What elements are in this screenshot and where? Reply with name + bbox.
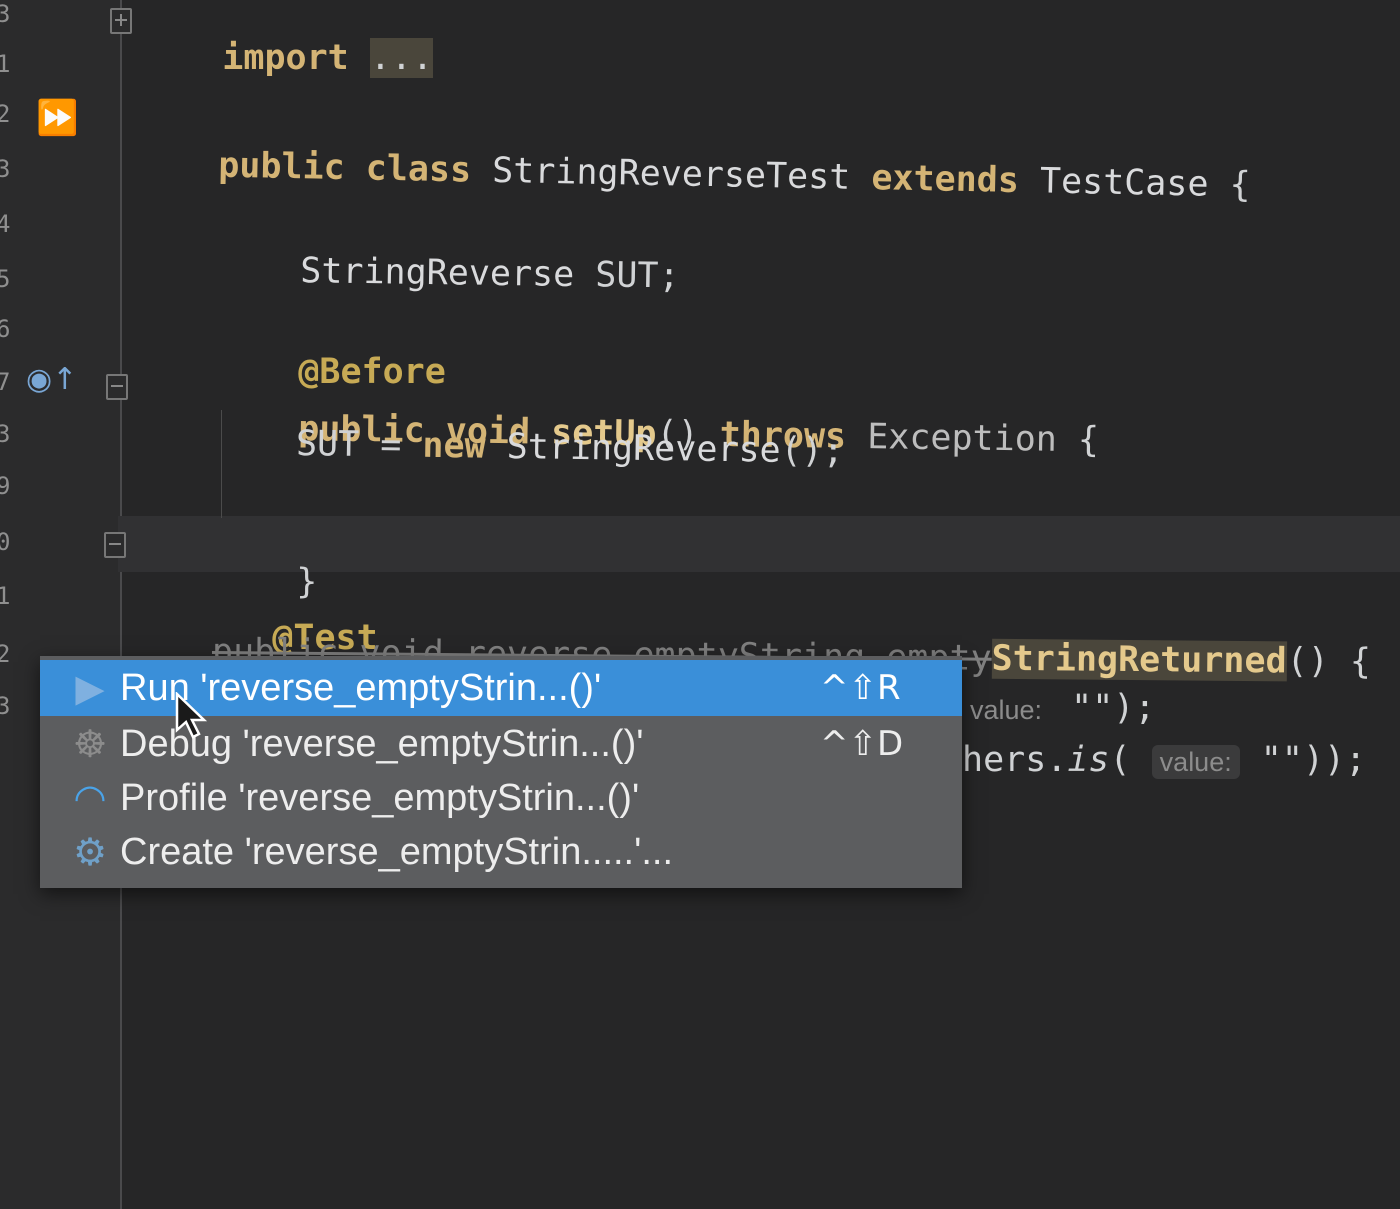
line-number: 6 [0,315,11,343]
call-prefix: hers. [962,740,1068,780]
class-name: StringReverseTest [491,150,851,198]
assignment-lhs: SUT = [295,424,423,466]
profile-icon: ◠ [75,776,105,820]
keyword: public [217,145,346,189]
code-line-partial[interactable]: value: ""); [962,688,1155,728]
type-name: StringReverse [300,251,575,295]
menu-item-profile[interactable]: ◠ Profile 'reverse_emptyStrin...()' [40,770,962,826]
keyword: new [422,425,486,467]
gutter-divider [120,0,122,1209]
line-number: 0 [0,528,11,556]
line-number: 3 [0,692,11,720]
code-line-import[interactable]: import ... [138,0,434,118]
folded-imports[interactable]: ... [369,38,434,78]
code-line-assignment[interactable]: SUT = new StringReverse(); [296,424,844,472]
override-method-icon[interactable]: ◉↑ [26,362,77,397]
code-line-partial[interactable]: hers.is( value: "")); [962,740,1366,780]
run-all-tests-icon[interactable]: ⏩ [36,98,78,138]
paren: ( [1109,740,1152,780]
line-number: 3 [0,155,11,183]
parent-class: TestCase [1039,161,1209,205]
signature-tail: () { [1286,641,1372,683]
line-number: 2 [0,100,11,128]
string-literal: "")); [1239,740,1367,780]
method-name: StringReturned [991,638,1287,682]
fold-end-icon[interactable] [104,532,126,558]
parameter-hint: value: [1151,745,1240,779]
keyword: class [365,148,472,191]
line-number: 1 [0,582,11,610]
semicolon: ; [658,256,680,297]
keyword: import [222,38,349,78]
string-literal: ""); [1050,688,1156,728]
line-number: 7 [0,368,11,396]
debug-icon: ☸ [72,722,108,766]
menu-item-shortcut: ^⇧D [820,724,904,764]
run-context-menu[interactable]: ▶ Run 'reverse_emptyStrin...()' ^⇧R ☸ De… [40,656,962,888]
line-number: 9 [0,472,11,500]
run-icon: ▶ [75,666,105,710]
line-number: 5 [0,265,11,293]
line-number: 2 [0,640,11,668]
editor-gutter[interactable] [0,0,122,1209]
line-number: 3 [0,420,11,448]
field-name: SUT [594,255,659,297]
brace: { [1229,165,1252,206]
line-number: 3 [0,0,11,28]
method-call: is [1067,740,1110,780]
line-number: 1 [0,50,11,78]
menu-item-label: Create 'reverse_emptyStrin.....'... [120,831,674,873]
line-number: 4 [0,210,11,238]
call-tail: (); [780,430,845,472]
exception-type: Exception [866,417,1058,460]
fold-collapse-icon[interactable] [106,374,128,400]
mouse-cursor-icon [175,692,208,739]
menu-item-shortcut: ^⇧R [820,668,901,708]
brace: { [1077,420,1100,461]
fold-expand-icon[interactable] [110,8,132,34]
menu-item-create-configuration[interactable]: ⚙ Create 'reverse_emptyStrin.....'... [40,824,962,880]
keyword: extends [871,158,1020,201]
parameter-hint: value: [970,695,1043,725]
code-editor[interactable]: 3 1 2 3 4 5 6 7 3 9 0 1 2 3 ⏩ ◉↑ import … [0,0,1400,1209]
menu-item-label: Profile 'reverse_emptyStrin...()' [120,777,640,819]
constructor-name: StringReverse [506,426,781,471]
create-config-icon: ⚙ [72,830,108,874]
